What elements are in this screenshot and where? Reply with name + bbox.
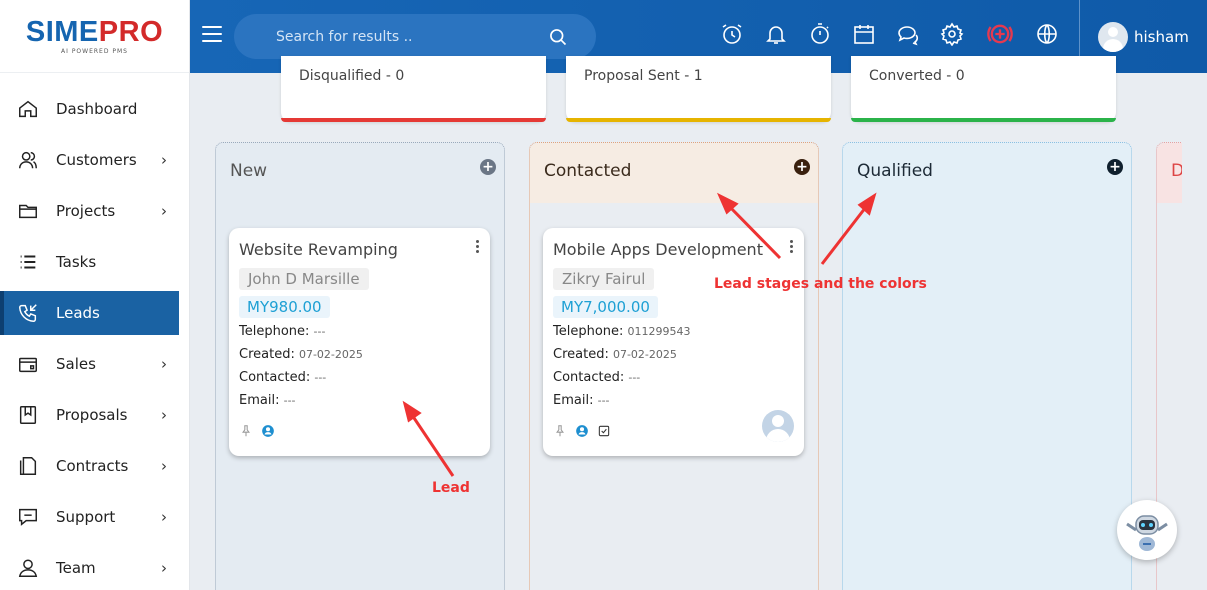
annotation-lead: Lead (432, 480, 470, 496)
assistant-bot-button[interactable] (1117, 500, 1177, 560)
robot-icon (1126, 515, 1168, 551)
annotation-stages: Lead stages and the colors (714, 276, 927, 292)
annotation-arrows (402, 192, 877, 477)
